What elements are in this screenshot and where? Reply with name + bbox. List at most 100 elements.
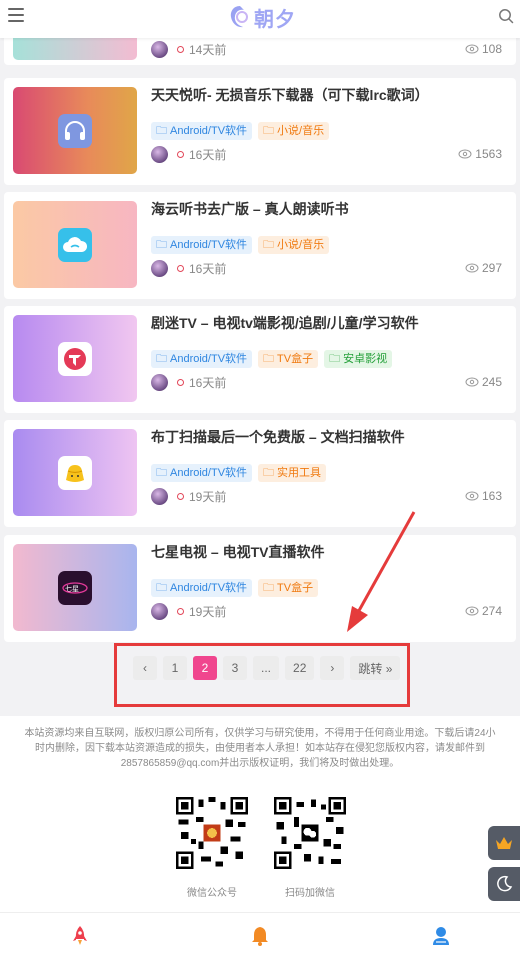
thumbnail[interactable] xyxy=(13,87,137,174)
view-count: 163 xyxy=(465,489,502,503)
nav-notifications[interactable] xyxy=(248,924,272,948)
time-dot-icon xyxy=(177,378,184,386)
list-item[interactable]: 布丁扫描最后一个免费版 – 文档扫描软件 🗀 Android/TV软件 🗀 实用工具… xyxy=(4,420,516,527)
tag-list: 🗀 Android/TV软件 🗀 实用工具 xyxy=(151,464,327,482)
site-footer: 本站资源均来自互联网，版权归原公司所有，仅供学习与研究使用，不得用于任何商业用途… xyxy=(0,716,520,912)
logo-mark-icon xyxy=(230,6,248,28)
view-count: 108 xyxy=(465,42,502,56)
item-title[interactable]: 天天悦听- 无损音乐下载器（可下载lrc歌词） xyxy=(151,85,506,105)
folder-icon: 🗀 xyxy=(156,239,167,251)
folder-icon: 🗀 xyxy=(263,467,275,479)
eye-icon xyxy=(458,149,472,159)
item-title[interactable]: 海云听书去广版 – 真人朗读听书 xyxy=(151,199,506,219)
headphones-icon xyxy=(58,113,92,148)
avatar xyxy=(151,373,168,391)
eye-icon xyxy=(465,606,479,616)
bell-icon xyxy=(252,927,268,946)
top-header: 朝夕 xyxy=(0,0,520,38)
qr-label: 扫码加微信 xyxy=(285,888,335,899)
tag[interactable]: 🗀 安卓影视 xyxy=(324,350,393,368)
tag[interactable]: 🗀 Android/TV软件 xyxy=(151,236,253,254)
user-icon xyxy=(433,927,449,945)
item-meta: 16天前 297 xyxy=(151,259,502,277)
folder-icon: 🗀 xyxy=(263,582,275,594)
folder-icon: 🗀 xyxy=(156,467,167,479)
qr-code-icon xyxy=(274,797,346,869)
tag[interactable]: 🗀 Android/TV软件 xyxy=(151,579,253,597)
tag[interactable]: 🗀 Android/TV软件 xyxy=(151,350,253,368)
folder-icon: 🗀 xyxy=(156,582,167,594)
vip-button[interactable] xyxy=(488,826,520,860)
qr-label: 微信公众号 xyxy=(187,888,237,899)
search-icon[interactable] xyxy=(498,8,514,24)
tag[interactable]: 🗀 小说/音乐 xyxy=(258,236,330,254)
nav-profile[interactable] xyxy=(429,924,453,948)
eye-icon xyxy=(465,44,479,54)
folder-icon: 🗀 xyxy=(263,125,275,137)
rocket-icon xyxy=(73,926,87,945)
item-title[interactable]: 剧迷TV – 电视tv端影视/追剧/儿童/学习软件 xyxy=(151,313,506,333)
logo-text: 朝夕 xyxy=(254,6,296,31)
item-meta: 19天前 163 xyxy=(151,487,502,505)
folder-icon: 🗀 xyxy=(329,353,341,365)
copyright-notice: 本站资源均来自互联网，版权归原公司所有，仅供学习与研究使用，不得用于任何商业用途… xyxy=(24,728,496,769)
item-meta: 19天前 274 xyxy=(151,602,502,620)
list-item[interactable]: 七星 七星电视 – 电视TV直播软件 🗀 Android/TV软件 🗀 TV盒子 1… xyxy=(4,535,516,642)
time-dot-icon xyxy=(177,492,184,500)
tag-list: 🗀 Android/TV软件 🗀 TV盒子 🗀 安卓影视 xyxy=(151,350,393,368)
eye-icon xyxy=(465,377,479,387)
site-logo[interactable]: 朝夕 xyxy=(228,2,296,32)
bottom-nav xyxy=(0,912,520,956)
avatar xyxy=(151,259,168,277)
item-meta: 16天前 245 xyxy=(151,373,502,391)
menu-icon[interactable] xyxy=(8,8,24,24)
time-dot-icon xyxy=(177,150,184,158)
moon-icon xyxy=(497,875,513,892)
avatar xyxy=(151,602,168,620)
item-time: 16天前 xyxy=(189,147,227,162)
thumbnail[interactable] xyxy=(13,201,137,288)
crown-icon xyxy=(496,837,512,849)
tag[interactable]: 🗀 Android/TV软件 xyxy=(151,122,253,140)
list-item[interactable]: 海云听书去广版 – 真人朗读听书 🗀 Android/TV软件 🗀 小说/音乐 16… xyxy=(4,192,516,299)
eye-icon xyxy=(465,491,479,501)
qixing-tv-icon: 七星 xyxy=(58,570,92,605)
item-title[interactable]: 七星电视 – 电视TV直播软件 xyxy=(151,542,506,562)
item-meta: 14天前 108 xyxy=(151,40,502,58)
view-count: 274 xyxy=(465,604,502,618)
time-dot-icon xyxy=(177,45,184,53)
avatar xyxy=(151,145,168,163)
pudding-icon xyxy=(58,455,92,490)
svg-text:七星: 七星 xyxy=(65,584,79,593)
thumbnail[interactable] xyxy=(13,315,137,402)
tag-list: 🗀 Android/TV软件 🗀 小说/音乐 xyxy=(151,236,330,254)
view-count: 1563 xyxy=(458,147,502,161)
nav-rocket[interactable] xyxy=(68,924,92,948)
avatar xyxy=(151,40,168,58)
view-count: 297 xyxy=(465,261,502,275)
item-time: 16天前 xyxy=(189,375,227,390)
item-meta: 16天前 1563 xyxy=(151,145,502,163)
tv-logo-icon xyxy=(58,341,92,376)
time-dot-icon xyxy=(177,264,184,272)
folder-icon: 🗀 xyxy=(263,353,275,365)
tag[interactable]: 🗀 TV盒子 xyxy=(258,350,319,368)
tag[interactable]: 🗀 小说/音乐 xyxy=(258,122,330,140)
folder-icon: 🗀 xyxy=(156,353,167,365)
view-count: 245 xyxy=(465,375,502,389)
tag[interactable]: 🗀 实用工具 xyxy=(258,464,327,482)
list-item[interactable]: 天天悦听- 无损音乐下载器（可下载lrc歌词） 🗀 Android/TV软件 🗀 小… xyxy=(4,78,516,185)
item-time: 16天前 xyxy=(189,261,227,276)
list-item[interactable]: 剧迷TV – 电视tv端影视/追剧/儿童/学习软件 🗀 Android/TV软件 … xyxy=(4,306,516,413)
tag-list: 🗀 Android/TV软件 🗀 小说/音乐 xyxy=(151,122,330,140)
tag[interactable]: 🗀 TV盒子 xyxy=(258,579,319,597)
highlight-box xyxy=(114,643,410,707)
qr-code-icon xyxy=(176,797,248,869)
dark-mode-toggle[interactable] xyxy=(488,867,520,901)
thumbnail[interactable] xyxy=(13,429,137,516)
thumbnail[interactable]: 七星 xyxy=(13,544,137,631)
item-time: 19天前 xyxy=(189,489,227,504)
item-title[interactable]: 布丁扫描最后一个免费版 – 文档扫描软件 xyxy=(151,427,506,447)
tag[interactable]: 🗀 Android/TV软件 xyxy=(151,464,253,482)
item-time: 14天前 xyxy=(189,42,227,57)
